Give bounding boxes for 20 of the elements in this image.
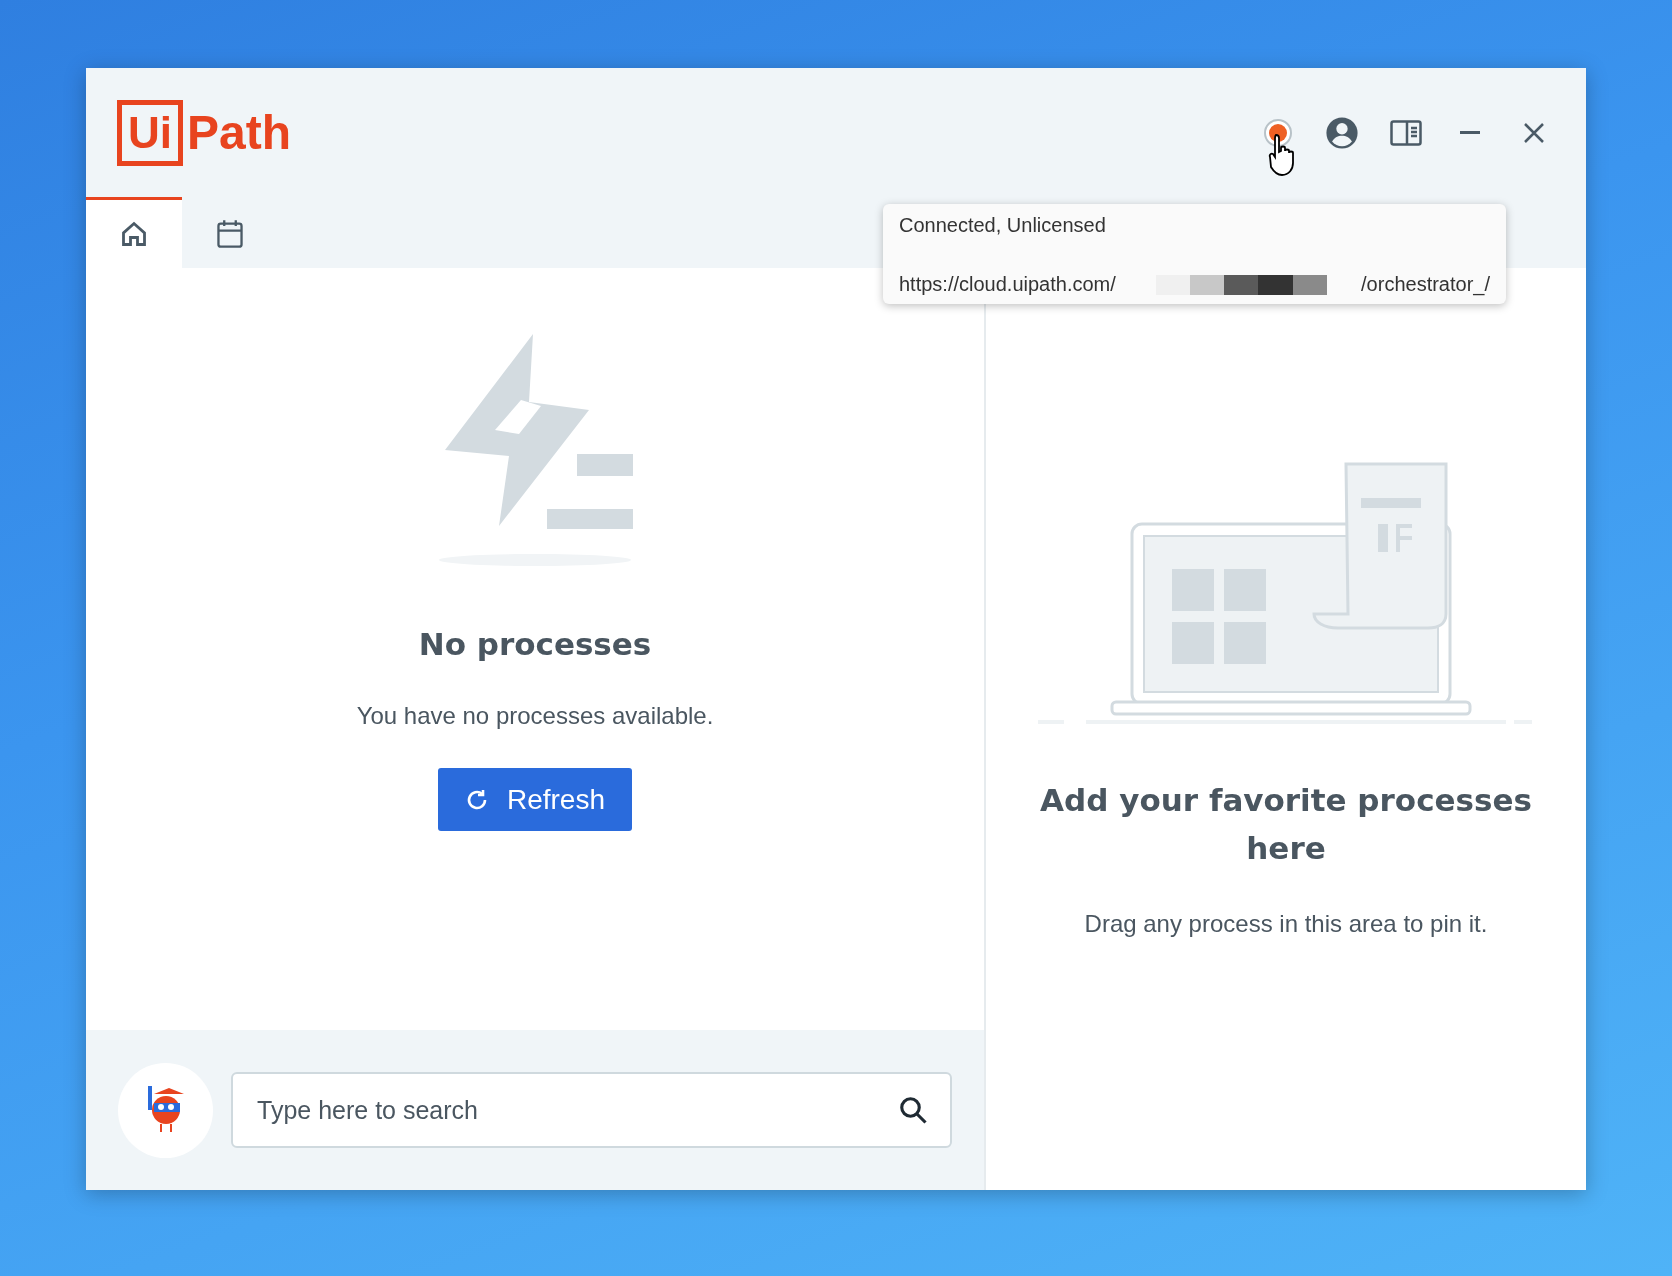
logo-box-text: Ui: [117, 99, 183, 166]
close-icon: [1523, 121, 1545, 144]
tooltip-status-text: Connected, Unlicensed: [899, 214, 1107, 237]
tooltip-url-start: https://cloud.uipath.com/: [899, 273, 1116, 296]
nav-tab[interactable]: [86, 197, 182, 268]
empty-title: No processes: [418, 625, 652, 664]
tooltip-url-end: /orchestrator_/: [1361, 273, 1490, 296]
status-dot-icon: [1263, 117, 1293, 148]
side-panel-icon: [1390, 119, 1422, 146]
calendar-icon: [216, 219, 244, 249]
minimize-icon: [1460, 130, 1480, 135]
user-icon: [1325, 115, 1359, 150]
logo-text: Path: [187, 105, 291, 160]
home-icon: [120, 220, 148, 248]
favorites-message: Drag any process in this area to pin it.: [1084, 910, 1488, 938]
search-icon: [898, 1095, 928, 1125]
favorites-title: Add your favorite processes here: [1039, 781, 1533, 868]
empty-message: You have no processes available.: [356, 702, 714, 730]
search-field[interactable]: Type here to search: [231, 1072, 952, 1148]
refresh-button[interactable]: Refresh: [438, 768, 632, 831]
